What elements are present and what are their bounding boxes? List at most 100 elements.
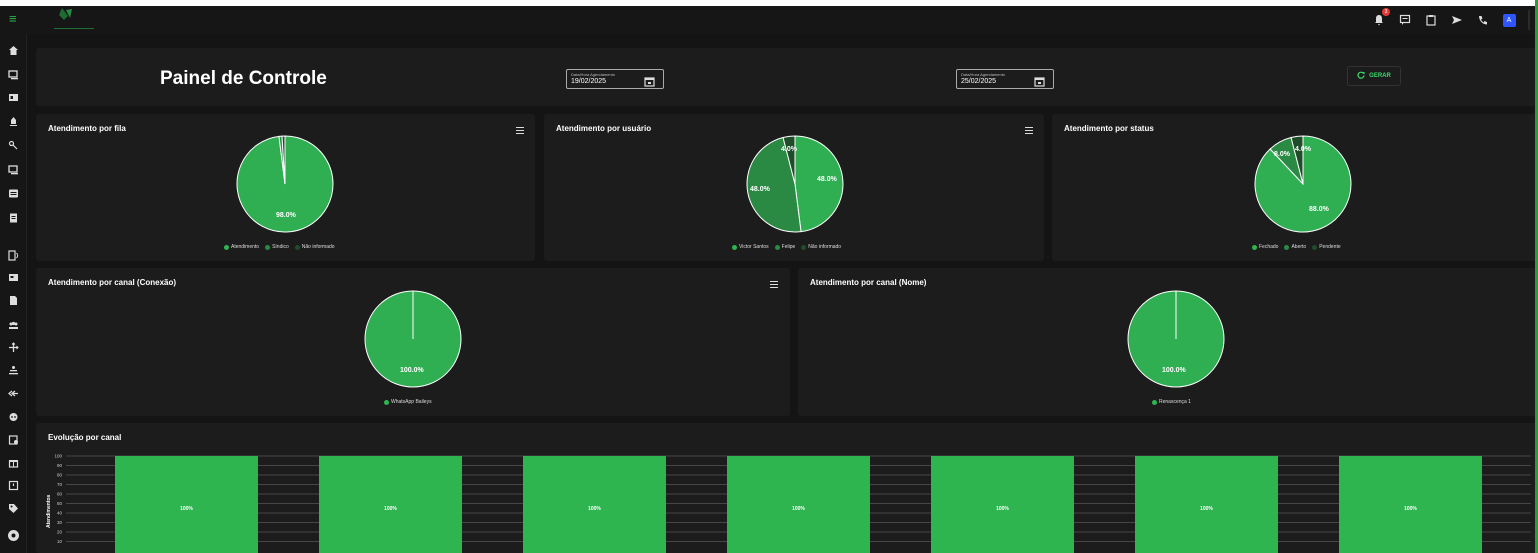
sidebar [0, 34, 27, 553]
pie-chart-fila [236, 135, 334, 233]
generate-button[interactable]: GERAR [1347, 66, 1401, 86]
bar-data-label: 100% [996, 506, 1009, 512]
dashboard-icon[interactable] [6, 270, 21, 285]
card-canal-nome: Atendimento por canal (Nome) 100.0% Rena… [798, 268, 1538, 416]
chart-menu-icon[interactable] [770, 276, 780, 288]
bar-data-label: 100% [1404, 506, 1417, 512]
calendar-icon[interactable] [644, 74, 655, 87]
key-icon[interactable] [6, 138, 21, 153]
pie-label: 98.0% [276, 212, 296, 219]
chat-list-icon[interactable] [6, 162, 21, 177]
legend-item[interactable]: Renascença 1 [1152, 399, 1191, 405]
app-root: ≡ 3 A Painel de Controle Data/Hora Agend… [0, 0, 1538, 553]
pie-label: 100.0% [400, 367, 424, 374]
divider [1528, 10, 1530, 30]
company-logo [52, 6, 102, 32]
announcement-icon[interactable] [6, 478, 21, 493]
date-to-field[interactable]: Data/Hora Agendamento 25/02/2025 [956, 69, 1054, 89]
bar-chart-evolucao: Atendimentos 10 20 30 40 50 60 70 80 90 100 100% 100… [46, 454, 1531, 553]
users-group-icon[interactable] [6, 318, 21, 333]
pie-chart-canal-conexao [364, 290, 462, 388]
legend-item[interactable]: Não informado [801, 244, 841, 250]
y-tick-label: 100 [54, 454, 62, 459]
chart-menu-icon[interactable] [516, 122, 526, 134]
date-from-field[interactable]: Data/Hora Agendamento 19/02/2025 [566, 69, 664, 89]
send-icon[interactable] [1450, 13, 1464, 27]
legend-item[interactable]: Aberto [1284, 244, 1306, 250]
bar [115, 456, 258, 553]
date-from-value: 19/02/2025 [571, 78, 607, 85]
y-tick-label: 90 [57, 463, 63, 468]
top-bar: ≡ 3 A [0, 0, 1538, 34]
home-icon[interactable] [6, 43, 21, 58]
y-tick-label: 60 [57, 492, 63, 497]
tag-icon[interactable] [6, 501, 21, 516]
calendar-icon[interactable] [1034, 74, 1045, 87]
tasks-icon[interactable] [6, 210, 21, 225]
user-avatar[interactable]: A [1502, 13, 1516, 27]
top-icons: 3 A [1372, 8, 1530, 30]
chart-menu-icon[interactable] [1025, 122, 1035, 134]
y-tick-label: 40 [57, 511, 63, 516]
legend-item[interactable]: Atendimento [224, 244, 259, 250]
legend-item[interactable]: Victor Santos [732, 244, 769, 250]
card-atendimento-status: Atendimento por status 88.0% 8.0% 4.0% F… [1052, 114, 1538, 261]
legend-item[interactable]: Pendente [1312, 244, 1341, 250]
clipboard-icon[interactable] [1424, 13, 1438, 27]
card-title: Atendimento por canal (Nome) [810, 278, 927, 287]
reply-all-icon[interactable] [6, 386, 21, 401]
bar-data-label: 100% [384, 506, 397, 512]
settings-gear-icon[interactable] [6, 528, 21, 543]
connections-icon[interactable] [6, 248, 21, 263]
card-title: Atendimento por status [1064, 124, 1154, 133]
queue-icon[interactable] [6, 363, 21, 378]
date-to-label: Data/Hora Agendamento [961, 72, 1006, 77]
pie-slice [794, 135, 844, 233]
card-atendimento-usuario: Atendimento por usuário 48.0% 48.0% 4.0%… [544, 114, 1044, 261]
legend-item[interactable]: WhatsApp Baileys [384, 399, 432, 405]
y-axis-label: Atendimentos [46, 494, 52, 528]
legend-item[interactable]: Síndico [265, 244, 289, 250]
legend-item[interactable]: Não informado [294, 244, 335, 250]
messages-icon[interactable] [6, 186, 21, 201]
page-title: Painel de Controle [160, 68, 327, 89]
y-tick-label: 50 [57, 501, 63, 506]
chart-legend: Renascença 1 [1152, 399, 1191, 405]
pie-label: 4.0% [781, 146, 797, 153]
robot-icon[interactable] [6, 409, 21, 424]
bot-icon[interactable] [6, 114, 21, 129]
bar-data-label: 100% [1200, 506, 1213, 512]
chart-legend: Atendimento Síndico Não informado [224, 244, 335, 250]
y-tick-label: 10 [57, 539, 63, 544]
bar [727, 456, 870, 553]
notification-badge: 3 [1382, 8, 1390, 16]
pie-label: 100.0% [1162, 367, 1186, 374]
pie-label: 8.0% [1274, 151, 1290, 158]
gift-icon[interactable] [6, 455, 21, 470]
y-tick-label: 70 [57, 482, 63, 487]
bar-data-label: 100% [792, 506, 805, 512]
move-arrows-icon[interactable] [6, 340, 21, 355]
hamburger-menu-icon[interactable]: ≡ [9, 12, 23, 26]
chart-legend: Victor Santos Felipe Não informado [732, 244, 841, 250]
chat-icon[interactable] [1398, 13, 1412, 27]
legend-item[interactable]: Fechado [1252, 244, 1278, 250]
reports-icon[interactable] [6, 293, 21, 308]
pie-label: 48.0% [817, 176, 837, 183]
bar [931, 456, 1074, 553]
legend-item[interactable]: Felipe [774, 244, 795, 250]
chart-legend: Fechado Aberto Pendente [1252, 244, 1341, 250]
tickets-icon[interactable] [6, 67, 21, 82]
card-evolucao-canal: Evolução por canal Atendimentos 10 20 30 40 5… [36, 423, 1538, 553]
schedule-icon[interactable] [6, 432, 21, 447]
notifications-bell-icon[interactable]: 3 [1372, 8, 1390, 27]
y-tick-label: 20 [57, 530, 63, 535]
card-atendimento-fila: Atendimento por fila 98.0% Atendimento S… [36, 114, 535, 261]
generate-button-label: GERAR [1369, 73, 1391, 79]
bar-data-label: 100% [180, 506, 193, 512]
card-title: Atendimento por canal (Conexão) [48, 278, 177, 287]
contacts-card-icon[interactable] [6, 90, 21, 105]
card-title: Atendimento por fila [48, 124, 126, 133]
card-title: Evolução por canal [48, 433, 122, 442]
phone-icon[interactable] [1476, 13, 1490, 27]
